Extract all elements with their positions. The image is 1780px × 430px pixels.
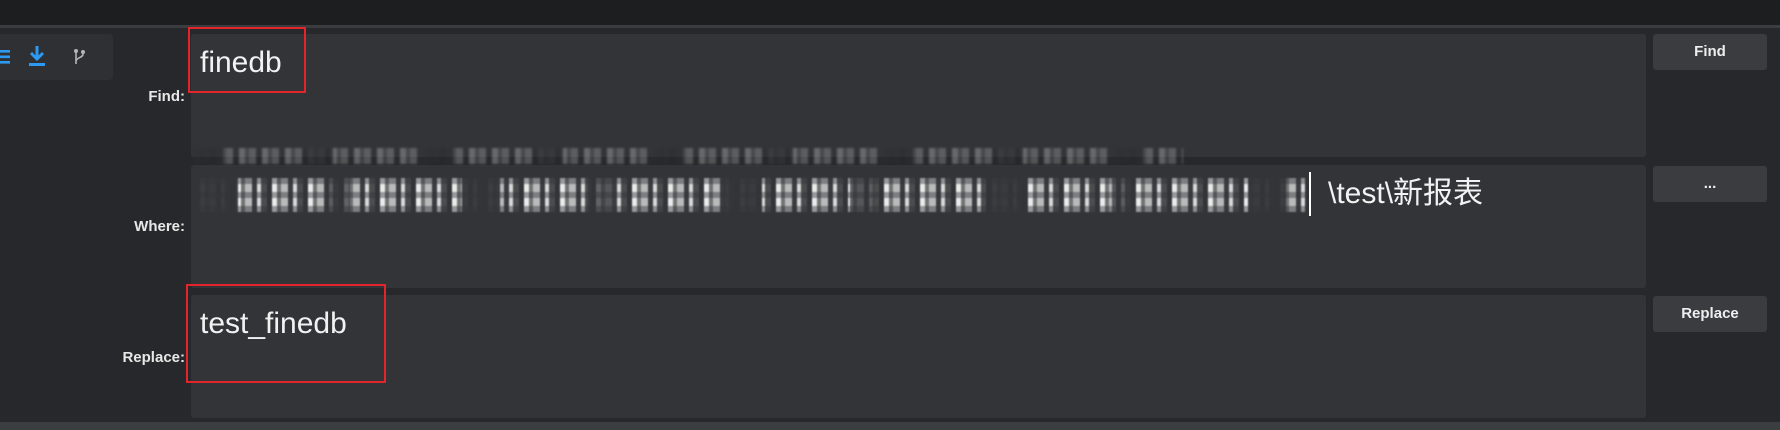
where-input[interactable]: \test\新报表 xyxy=(191,165,1646,288)
find-button[interactable]: Find xyxy=(1653,34,1767,70)
bottom-strip xyxy=(0,422,1780,430)
text-cursor xyxy=(1309,172,1311,216)
where-input-value: \test\新报表 xyxy=(1328,177,1484,210)
mini-toolbar xyxy=(0,34,113,80)
browse-button[interactable]: ... xyxy=(1653,166,1767,202)
find-input[interactable]: finedb xyxy=(191,34,1646,157)
replace-button[interactable]: Replace xyxy=(1653,296,1767,332)
editor-line-strip xyxy=(0,0,1780,25)
highlight-box-replace xyxy=(186,284,386,383)
where-label: Where: xyxy=(134,218,185,235)
redacted-path xyxy=(200,178,1305,212)
branch-icon[interactable] xyxy=(72,48,86,66)
replace-label: Replace: xyxy=(122,349,185,366)
find-label: Find: xyxy=(148,88,185,105)
replace-input[interactable]: test_finedb xyxy=(191,295,1646,418)
list-icon[interactable] xyxy=(0,50,10,64)
download-icon[interactable] xyxy=(27,45,47,67)
highlight-box-find xyxy=(188,27,306,93)
redacted-band xyxy=(193,148,1183,164)
